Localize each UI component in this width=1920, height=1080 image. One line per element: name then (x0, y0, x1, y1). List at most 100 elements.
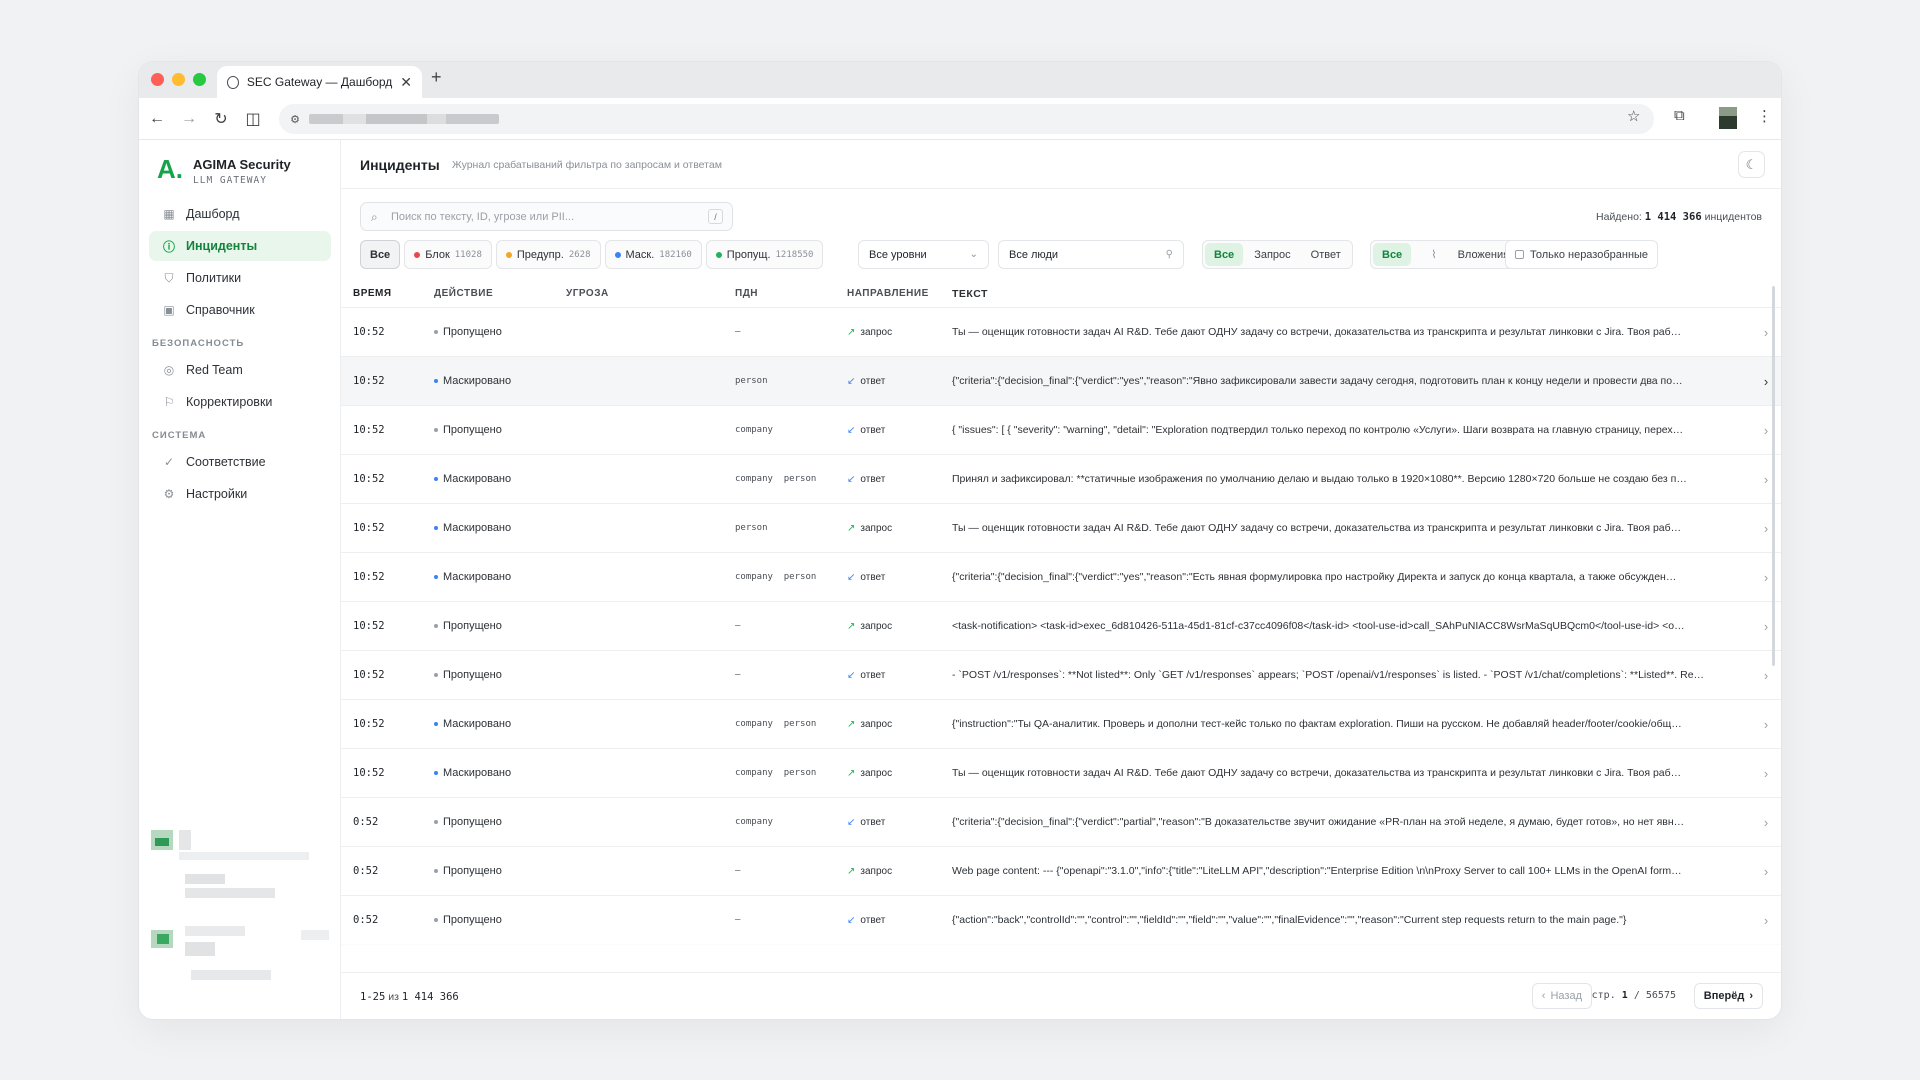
new-tab-button[interactable]: + (431, 67, 442, 88)
alert-circle-icon: ⓘ (162, 239, 175, 254)
col-pii[interactable]: ПДН (735, 288, 847, 299)
split-view-icon[interactable]: ◫ (241, 107, 265, 131)
chevron-right-icon[interactable]: › (1751, 570, 1781, 585)
unreviewed-checkbox[interactable]: Только неразобранные (1505, 240, 1659, 269)
chevron-right-icon[interactable]: › (1751, 423, 1781, 438)
filter-mask[interactable]: Маск. 182160 (604, 240, 702, 269)
cell-direction: ↗ запрос (847, 719, 952, 730)
arrow-down-left-icon: ↙ (847, 816, 856, 828)
cell-pii: – (735, 866, 741, 876)
chevron-right-icon[interactable]: › (1751, 325, 1781, 340)
col-threat[interactable]: УГРОЗА (566, 288, 735, 299)
search-box[interactable]: ⌕ / (360, 202, 733, 231)
direction-label: ответ (860, 424, 886, 436)
sidebar-item-incidents[interactable]: ⓘ Инциденты (149, 231, 331, 261)
filter-pass[interactable]: Пропущ. 1218550 (705, 240, 824, 269)
table-row[interactable]: 10:52 Пропущено – ↗ запрос <task-notification… (341, 601, 1781, 650)
browser-window: SEC Gateway — Дашборд ✕ + ← → ↻ ◫ ⚙ ☆ ⧉ … (139, 62, 1781, 1019)
table-row[interactable]: 10:52 Маскировано person ↗ запрос Ты — оценщи… (341, 503, 1781, 552)
bookmark-star-icon[interactable]: ☆ (1627, 107, 1640, 125)
cell-direction: ↙ ответ (847, 817, 952, 828)
forward-icon[interactable]: → (177, 107, 201, 131)
profile-avatar[interactable] (1719, 107, 1737, 129)
address-bar[interactable]: ⚙ (279, 104, 1654, 134)
direction-request[interactable]: Запрос (1245, 243, 1299, 266)
cell-time: 10:52 (353, 571, 385, 583)
sidebar-item-compliance[interactable]: ✓ Соответствие (149, 447, 331, 477)
filter-all[interactable]: Все (360, 240, 401, 269)
table-row[interactable]: 0:52 Пропущено – ↙ ответ {"action":"back","co… (341, 895, 1781, 944)
cell-direction: ↗ запрос (847, 768, 952, 779)
browser-menu-icon[interactable]: ⋮ (1757, 107, 1772, 125)
direction-all[interactable]: Все (1205, 243, 1244, 266)
globe-icon (227, 75, 239, 89)
direction-response[interactable]: Ответ (1302, 243, 1350, 266)
sidebar-item-corrections[interactable]: ⚐ Корректировки (149, 387, 331, 417)
shield-icon: ⛉ (164, 270, 174, 285)
table-row[interactable]: 10:52 Маскировано company person ↗ запрос {"i… (341, 699, 1781, 748)
table-row[interactable]: 0:52 Пропущено company ↙ ответ {"criteria":{"… (341, 797, 1781, 846)
back-icon[interactable]: ← (145, 107, 169, 131)
table-scrollbar[interactable] (1772, 286, 1775, 666)
sidebar-item-settings[interactable]: ⚙ Настройки (149, 479, 331, 509)
arrow-up-right-icon: ↗ (847, 326, 856, 338)
chevron-right-icon[interactable]: › (1751, 668, 1781, 683)
maximize-window-button[interactable] (193, 73, 206, 86)
direction-label: запрос (860, 620, 893, 632)
levels-select[interactable]: Все уровни ⌄ (858, 240, 989, 269)
table-row[interactable]: 0:52 Пропущено – ↗ запрос Web page content: -… (341, 846, 1781, 895)
table-row[interactable]: 10:52 Пропущено – ↗ запрос Ты — оценщик готов… (341, 307, 1781, 356)
prev-page-button[interactable]: ‹ Назад (1531, 983, 1592, 1009)
filter-block[interactable]: Блок 11028 (404, 240, 492, 269)
table-row[interactable]: 10:52 Пропущено – ↙ ответ - `POST /v1/respons… (341, 650, 1781, 699)
table-row[interactable]: 10:52 Маскировано company person ↙ ответ Прин… (341, 454, 1781, 503)
reload-icon[interactable]: ↻ (209, 107, 233, 131)
sidebar-item-red-team[interactable]: ◎ Red Team (149, 355, 331, 385)
sidebar-item-reference[interactable]: ▣ Справочник (149, 295, 331, 325)
incidents-table: ВРЕМЯ ДЕЙСТВИЕ УГРОЗА ПДН НАПРАВЛЕНИЕ ТЕ… (341, 280, 1781, 972)
direction-label: ответ (860, 571, 886, 583)
table-row[interactable]: 10:52 Пропущено company ↙ ответ { "issues": [… (341, 405, 1781, 454)
action-filters: Все Блок 11028 Предупр. 2628 Маск. 18216… (360, 240, 824, 269)
chevron-right-icon[interactable]: › (1751, 374, 1781, 389)
pagination: 1-25 из 1 414 366 ‹ Назад стр. 1 / 56575… (341, 972, 1781, 1019)
col-text[interactable]: ТЕКСТ (952, 288, 1781, 300)
table-row[interactable]: 10:52 Маскировано company person ↗ запрос Ты … (341, 748, 1781, 797)
theme-toggle-button[interactable]: ☾ (1738, 151, 1765, 178)
people-select[interactable]: Все люди ⚲ (998, 240, 1184, 269)
chevron-right-icon[interactable]: › (1751, 521, 1781, 536)
extensions-icon[interactable]: ⧉ (1674, 107, 1685, 124)
site-settings-icon[interactable]: ⚙ (287, 111, 303, 127)
table-row[interactable]: 10:52 Маскировано company person ↙ ответ {"cr… (341, 552, 1781, 601)
cell-action: Маскировано (434, 571, 566, 583)
col-time[interactable]: ВРЕМЯ (341, 288, 434, 299)
arrow-up-right-icon: ↗ (847, 620, 856, 632)
minimize-window-button[interactable] (172, 73, 185, 86)
chevron-right-icon[interactable]: › (1751, 815, 1781, 830)
col-action[interactable]: ДЕЙСТВИЕ (434, 288, 566, 299)
chevron-right-icon[interactable]: › (1751, 864, 1781, 879)
attachments-all[interactable]: Все (1373, 243, 1412, 266)
search-input[interactable] (391, 208, 691, 226)
col-direction[interactable]: НАПРАВЛЕНИЕ (847, 288, 952, 299)
sidebar-item-policies[interactable]: ⛉ Политики (149, 263, 331, 293)
chevron-right-icon[interactable]: › (1751, 472, 1781, 487)
close-tab-icon[interactable]: ✕ (400, 74, 412, 91)
next-page-button[interactable]: Вперёд › (1693, 983, 1763, 1009)
table-row[interactable]: 10:52 Маскировано person ↙ ответ {"criteria":… (341, 356, 1781, 405)
browser-tab[interactable]: SEC Gateway — Дашборд ✕ (217, 66, 422, 98)
filter-warn[interactable]: Предупр. 2628 (495, 240, 601, 269)
blurred-url (309, 114, 499, 124)
chevron-right-icon[interactable]: › (1751, 717, 1781, 732)
brand[interactable]: A. AGIMA Security LLM GATEWAY (157, 156, 291, 186)
sidebar-item-label: Корректировки (186, 395, 273, 409)
close-window-button[interactable] (151, 73, 164, 86)
cell-pii: – (735, 915, 741, 925)
chevron-right-icon[interactable]: › (1751, 619, 1781, 634)
chevron-right-icon[interactable]: › (1751, 913, 1781, 928)
chevron-right-icon[interactable]: › (1751, 766, 1781, 781)
cell-time: 0:52 (353, 914, 379, 926)
direction-label: ответ (860, 914, 886, 926)
tab-title: SEC Gateway — Дашборд (246, 75, 393, 89)
sidebar-item-dashboard[interactable]: ▦ Дашборд (149, 199, 331, 229)
